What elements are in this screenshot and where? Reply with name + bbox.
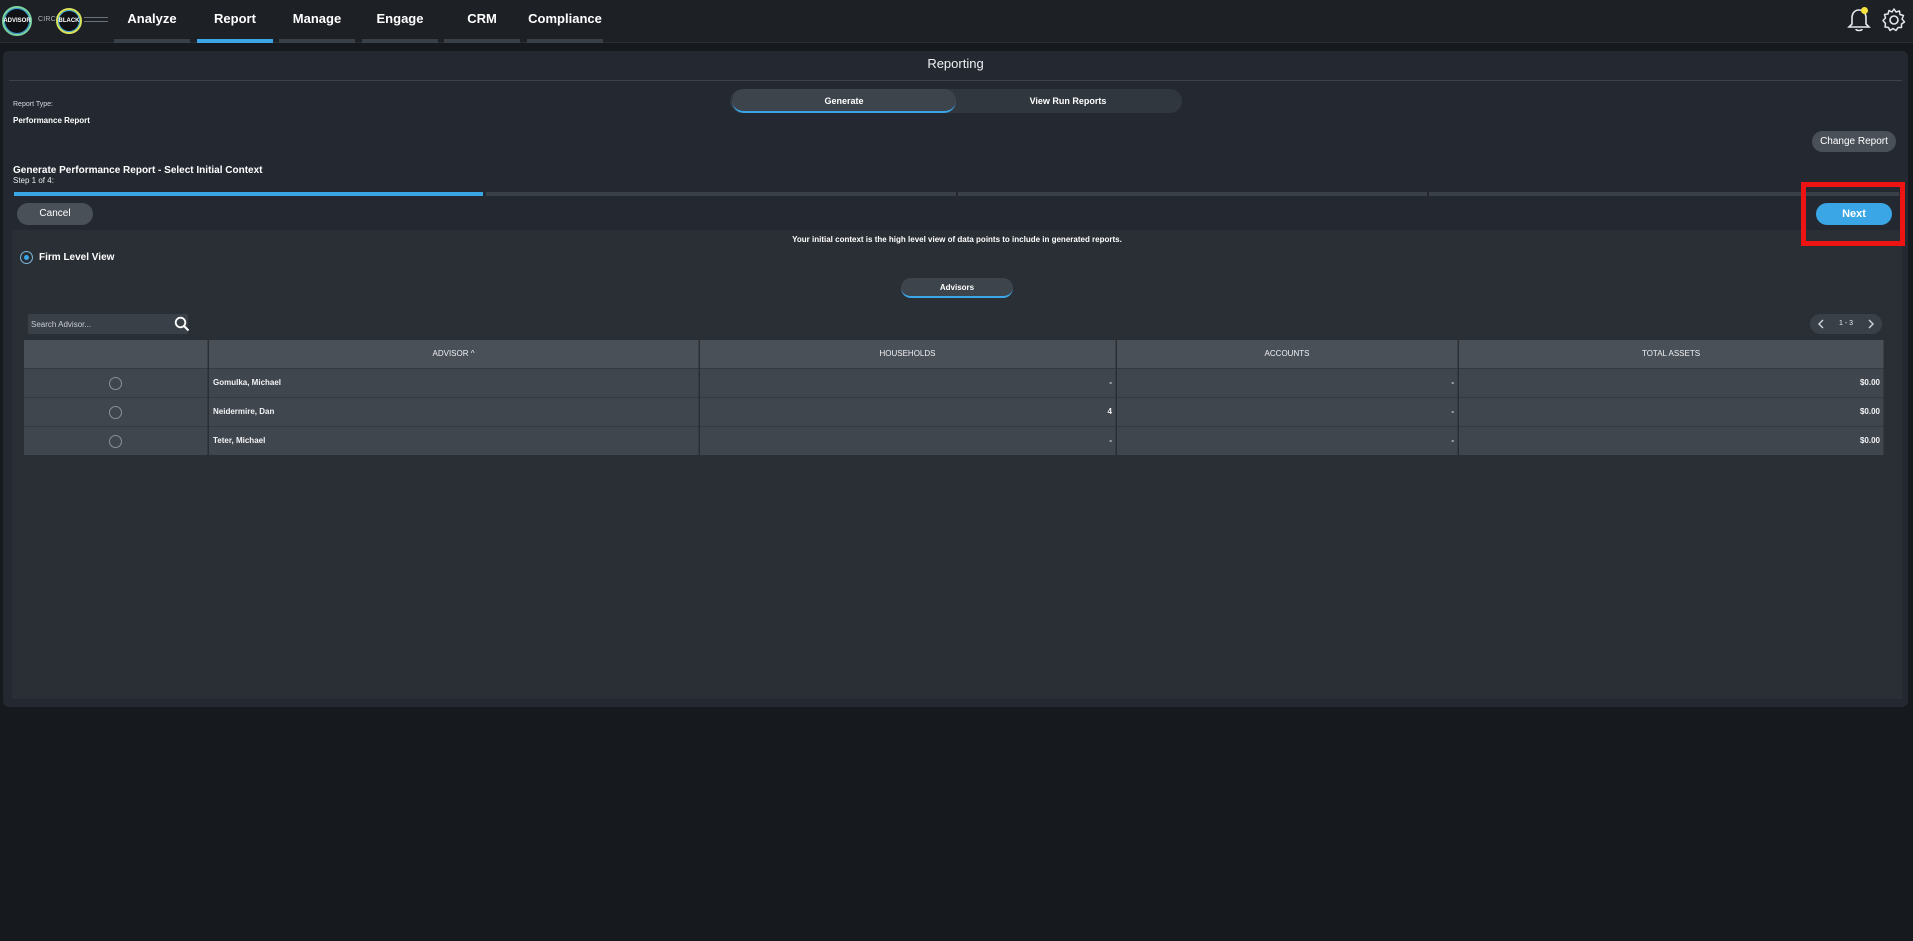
nav-underline: [444, 39, 520, 43]
households-cell: 4: [700, 397, 1116, 426]
firm-level-label: Firm Level View: [39, 252, 115, 263]
context-panel: Your initial context is the high level v…: [12, 230, 1902, 699]
nav-underline: [527, 39, 603, 43]
nav-compliance[interactable]: Compliance: [527, 0, 603, 43]
table-row[interactable]: Neidermire, Dan 4 - $0.00: [24, 397, 1884, 426]
chevron-left-icon[interactable]: [1814, 317, 1828, 331]
table-header: ADVISOR ^ HOUSEHOLDS ACCOUNTS TOTAL ASSE…: [24, 340, 1884, 368]
context-note: Your initial context is the high level v…: [792, 235, 1122, 244]
tab-generate[interactable]: Generate: [732, 89, 956, 113]
households-cell: -: [700, 368, 1116, 397]
bell-icon[interactable]: [1845, 6, 1873, 34]
advisor-logo[interactable]: ADVISOR: [2, 6, 32, 36]
advisor-cell: Gomulka, Michael: [209, 368, 699, 397]
nav-underline: [114, 39, 190, 43]
select-cell: [24, 368, 208, 397]
page-range: 1 - 3: [1838, 320, 1853, 327]
report-type-label: Report Type:: [13, 101, 53, 108]
row-select-radio[interactable]: [109, 435, 122, 448]
nav-underline: [362, 39, 438, 43]
accounts-column-header[interactable]: ACCOUNTS: [1117, 340, 1458, 368]
reporting-tabs: Generate View Run Reports: [730, 89, 1182, 113]
households-cell: -: [700, 426, 1116, 455]
tab-view-run-reports[interactable]: View Run Reports: [956, 89, 1180, 113]
nav-label: Analyze: [127, 11, 177, 26]
logo-tagline: [84, 17, 108, 22]
tab-advisors[interactable]: Advisors: [901, 278, 1013, 298]
search-icon[interactable]: [174, 316, 190, 332]
select-cell: [24, 397, 208, 426]
table-row[interactable]: Teter, Michael - - $0.00: [24, 426, 1884, 455]
logo-text: ADVISOR: [3, 18, 31, 24]
nav-label: CRM: [467, 11, 497, 26]
total-assets-cell: $0.00: [1459, 397, 1884, 426]
table-row[interactable]: Gomulka, Michael - - $0.00: [24, 368, 1884, 397]
accounts-cell: -: [1117, 426, 1458, 455]
notification-dot: [1861, 7, 1868, 14]
pagination: 1 - 3: [1810, 314, 1882, 334]
title-divider: [9, 80, 1902, 81]
search-input[interactable]: [28, 314, 160, 334]
accounts-cell: -: [1117, 368, 1458, 397]
chevron-right-icon[interactable]: [1864, 317, 1878, 331]
nav-label: Report: [214, 11, 256, 26]
row-select-radio[interactable]: [109, 377, 122, 390]
progress-step-1: [14, 192, 483, 196]
nav-label: Manage: [292, 11, 342, 26]
search-advisor: [28, 314, 190, 334]
report-type-value: Performance Report: [13, 116, 90, 125]
total-assets-cell: $0.00: [1459, 426, 1884, 455]
cancel-button[interactable]: Cancel: [17, 203, 93, 225]
households-column-header[interactable]: HOUSEHOLDS: [700, 340, 1116, 368]
change-report-button[interactable]: Change Report: [1812, 131, 1896, 152]
page-title: Reporting: [927, 56, 984, 71]
accounts-cell: -: [1117, 397, 1458, 426]
nav-manage[interactable]: Manage: [279, 0, 355, 43]
partner-logo: BLACK: [56, 8, 82, 34]
nav-analyze[interactable]: Analyze: [114, 0, 190, 43]
advisor-cell: Neidermire, Dan: [209, 397, 699, 426]
partner-logo-label: BLACK: [58, 18, 80, 24]
nav-underline-active: [197, 39, 273, 43]
next-button[interactable]: Next: [1816, 203, 1892, 225]
nav-label: Compliance: [528, 11, 602, 26]
firm-level-radio[interactable]: [20, 251, 33, 264]
nav-report[interactable]: Report: [197, 0, 273, 43]
nav-crm[interactable]: CRM: [444, 0, 520, 43]
progress-step-4: [1429, 192, 1899, 196]
total-assets-column-header[interactable]: TOTAL ASSETS: [1459, 340, 1884, 368]
top-nav: ADVISOR CIRCLE BLACK Analyze Report Mana…: [0, 0, 1913, 43]
row-select-radio[interactable]: [109, 406, 122, 419]
gear-icon[interactable]: [1880, 6, 1908, 34]
nav-underline: [279, 39, 355, 43]
progress-step-2: [486, 192, 956, 196]
select-cell: [24, 426, 208, 455]
wizard-heading: Generate Performance Report - Select Ini…: [13, 165, 263, 176]
advisor-column-header[interactable]: ADVISOR ^: [209, 340, 699, 368]
wizard-step: Step 1 of 4:: [13, 176, 54, 185]
select-column-header: [24, 340, 208, 368]
advisor-cell: Teter, Michael: [209, 426, 699, 455]
progress-step-3: [958, 192, 1427, 196]
nav-engage[interactable]: Engage: [362, 0, 438, 43]
nav-label: Engage: [376, 11, 424, 26]
total-assets-cell: $0.00: [1459, 368, 1884, 397]
